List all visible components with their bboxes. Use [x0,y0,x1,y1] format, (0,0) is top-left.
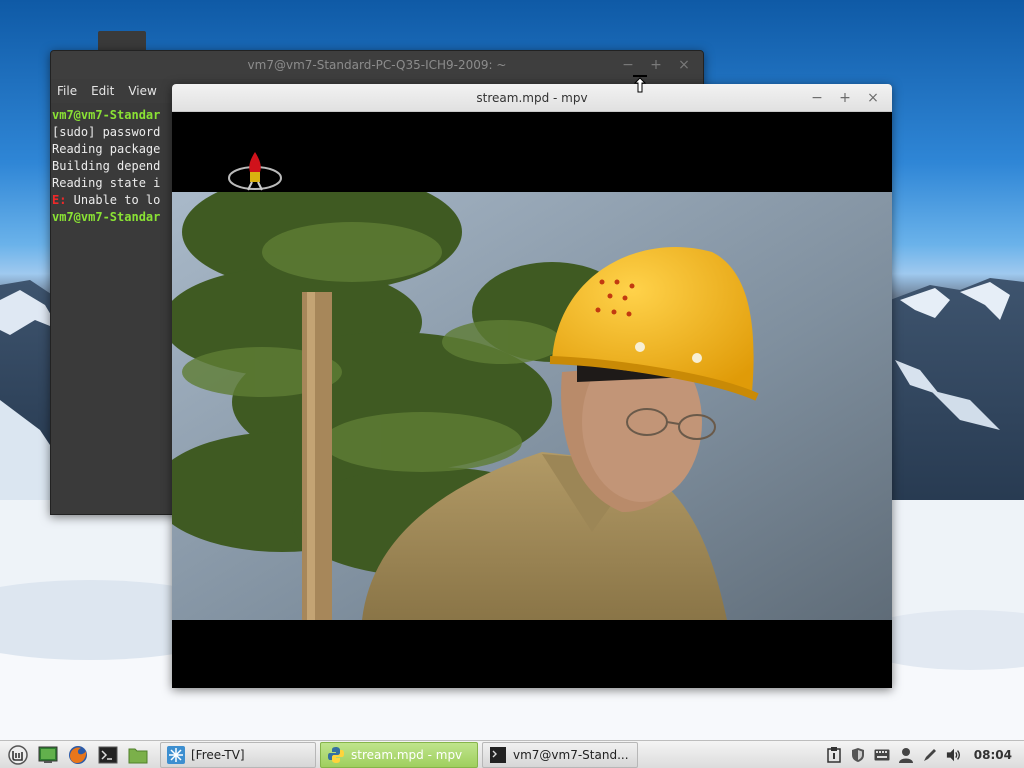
terminal-icon[interactable] [96,743,120,767]
taskbar: [Free-TV] stream.mpd - mpv vm7@vm7-Stand… [0,740,1024,768]
files-icon[interactable] [126,743,150,767]
mpv-window[interactable]: stream.mpd - mpv − + × [172,84,892,688]
maximize-button[interactable]: + [649,58,663,72]
volume-icon[interactable] [946,747,962,763]
python-icon [328,746,344,763]
menu-edit[interactable]: Edit [91,84,114,98]
maximize-button[interactable]: + [838,91,852,105]
show-desktop-icon[interactable] [36,743,60,767]
task-label: stream.mpd - mpv [351,747,463,762]
error-prefix: E: [52,193,67,207]
task-terminal[interactable]: vm7@vm7-Stand... [482,741,638,768]
mpv-title: stream.mpd - mpv [476,90,588,105]
minimize-button[interactable]: − [621,58,635,72]
video-canvas[interactable] [172,112,892,688]
close-button[interactable]: × [866,91,880,105]
broadcaster-logo-icon [228,152,282,191]
error-text: Unable to lo [66,193,161,207]
mint-menu-icon[interactable] [6,743,30,767]
terminal-icon [490,746,506,763]
task-label: vm7@vm7-Stand... [513,747,629,762]
terminal-titlebar[interactable]: vm7@vm7-Standard-PC-Q35-ICH9-2009: ~ − +… [51,51,703,79]
firefox-icon[interactable] [66,743,90,767]
system-tray: 08:04 [826,746,1024,763]
resize-cursor-icon [633,75,647,93]
mpv-titlebar[interactable]: stream.mpd - mpv − + × [172,84,892,112]
minimize-button[interactable]: − [810,91,824,105]
snowflake-icon [167,745,185,764]
pen-icon[interactable] [922,747,938,763]
video-scene [172,192,892,620]
user-icon[interactable] [898,747,914,763]
keyboard-icon[interactable] [874,747,890,763]
desktop-wallpaper: vm7@vm7-Standard-PC-Q35-ICH9-2009: ~ − +… [0,0,1024,740]
terminal-title: vm7@vm7-Standard-PC-Q35-ICH9-2009: ~ [247,58,507,72]
task-mpv[interactable]: stream.mpd - mpv [320,741,478,768]
menu-view[interactable]: View [128,84,156,98]
close-button[interactable]: × [677,58,691,72]
clock[interactable]: 08:04 [974,748,1012,762]
task-label: [Free-TV] [191,747,245,762]
video-frame [172,192,892,620]
clipboard-icon[interactable] [826,746,842,763]
shield-icon[interactable] [850,747,866,763]
menu-file[interactable]: File [57,84,77,98]
task-free-tv[interactable]: [Free-TV] [160,741,316,768]
